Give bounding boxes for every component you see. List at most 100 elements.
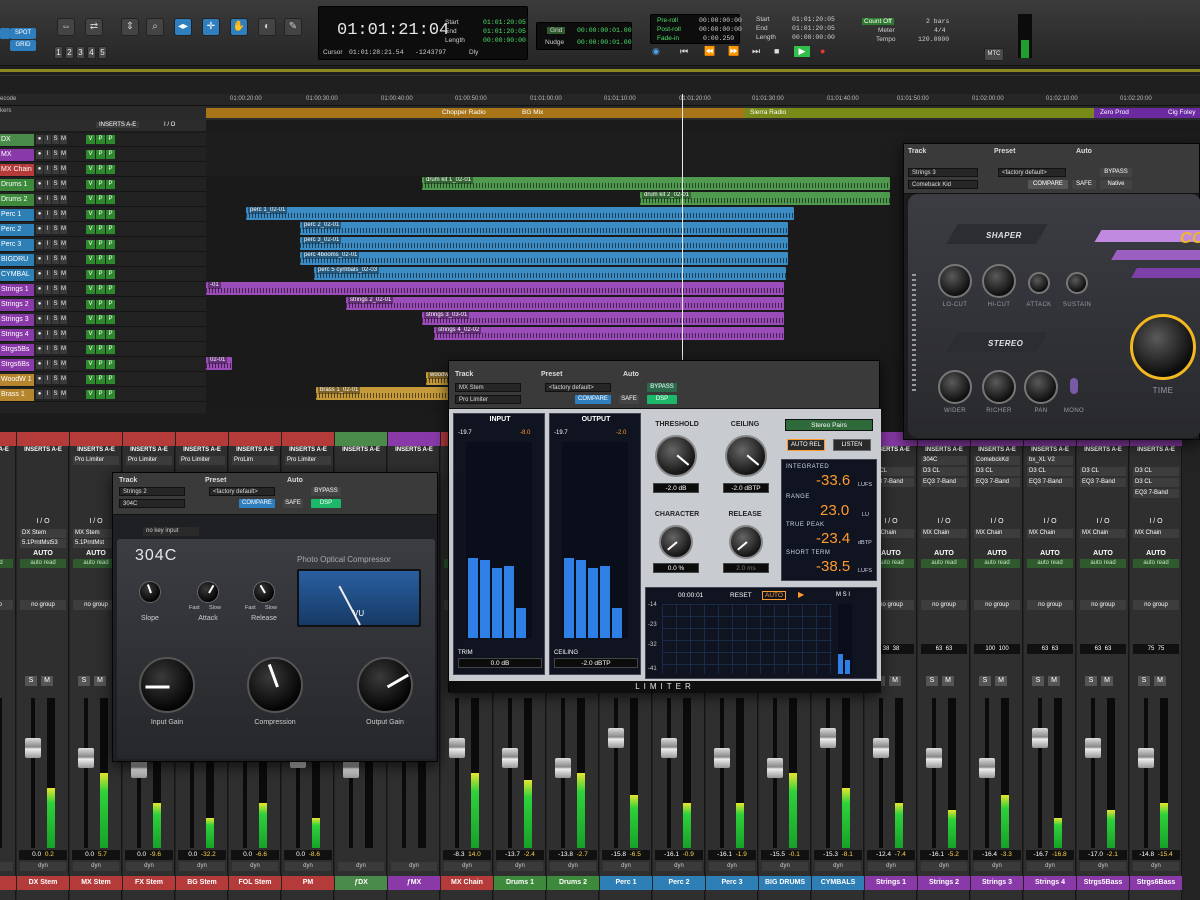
online-icon[interactable]: ◉	[652, 46, 660, 57]
insert-slot[interactable]: Pro Limiter	[126, 456, 172, 465]
insert-slot[interactable]: P	[96, 240, 105, 249]
track-row[interactable]: Strings 3 ● I S M V P P	[0, 313, 206, 327]
audio-clip[interactable]: perc 2_02-01	[300, 222, 788, 235]
track-name[interactable]: Brass 1	[0, 389, 34, 401]
record-arm-icon[interactable]: ●	[36, 135, 43, 144]
insert-slot[interactable]: V	[86, 210, 95, 219]
input-monitor-button[interactable]: I	[44, 270, 51, 279]
group-selector[interactable]: no group	[974, 600, 1020, 610]
volume-readout[interactable]: -16.1 -1.9	[708, 850, 756, 860]
mtc-button[interactable]: MTC	[984, 48, 1004, 61]
record-arm-icon[interactable]: ●	[36, 210, 43, 219]
track-name-label[interactable]: Perc 3	[706, 876, 758, 890]
history-auto-button[interactable]: AUTO	[762, 591, 786, 600]
record-arm-icon[interactable]: ●	[36, 345, 43, 354]
wider-knob[interactable]	[938, 370, 972, 404]
edit-mode-grid[interactable]: GRID	[10, 40, 36, 51]
insert-slot[interactable]: V	[86, 195, 95, 204]
solo-button[interactable]: S	[1138, 676, 1150, 686]
solo-button[interactable]: S	[52, 375, 59, 384]
audio-clip[interactable]: drum kit 2_02-01	[640, 192, 890, 205]
mute-button[interactable]: M	[1101, 676, 1113, 686]
plugin-selector[interactable]: 304C	[119, 499, 185, 508]
track-selector[interactable]: Strings 3	[908, 168, 978, 177]
track-row[interactable]: DX ● I S M V P P	[0, 133, 206, 147]
record-arm-icon[interactable]: ●	[36, 390, 43, 399]
mute-button[interactable]: M	[60, 285, 67, 294]
track-row[interactable]: Perc 3 ● I S M V P P	[0, 238, 206, 252]
insert-slot[interactable]: P	[96, 255, 105, 264]
countoff-label[interactable]: Count Off	[862, 18, 894, 25]
bypass-button[interactable]: BYPASS	[311, 487, 341, 496]
volume-fader-track[interactable]	[720, 698, 724, 848]
mute-button[interactable]: M	[60, 390, 67, 399]
mute-button[interactable]: M	[60, 330, 67, 339]
track-name[interactable]: Drums 2	[0, 194, 34, 206]
input-gain-knob[interactable]	[139, 657, 195, 713]
input-monitor-button[interactable]: I	[44, 285, 51, 294]
volume-fader-track[interactable]	[614, 698, 618, 848]
track-name-label[interactable]: Drums 1	[494, 876, 546, 890]
track-name-label[interactable]: MX Chain	[441, 876, 493, 890]
insert-slot[interactable]: P	[96, 210, 105, 219]
insert-slot[interactable]: P	[96, 360, 105, 369]
track-selector[interactable]: MX Stem	[455, 383, 521, 392]
track-row[interactable]: CYMBAL ● I S M V P P	[0, 268, 206, 282]
solo-button[interactable]: S	[52, 315, 59, 324]
insert-slot[interactable]: V	[86, 345, 95, 354]
audio-clip[interactable]: perc 5 cymbals_02-03	[314, 267, 786, 280]
volume-fader-cap[interactable]	[873, 738, 889, 758]
preset-selector[interactable]: <factory default>	[998, 168, 1066, 177]
track-selector[interactable]: Strings 2	[119, 487, 185, 496]
track-name-label[interactable]: FOL Stem	[229, 876, 281, 890]
output-selector[interactable]: MX Chain	[1133, 529, 1179, 538]
zoom-preset-2[interactable]: 2	[65, 46, 74, 59]
marker-sierra-radio[interactable]: Sierra Radio	[744, 108, 1094, 118]
mute-button[interactable]: M	[995, 676, 1007, 686]
record-arm-icon[interactable]: ●	[36, 360, 43, 369]
preroll-value[interactable]: 00:00:00:00	[699, 17, 742, 24]
end-icon[interactable]: ⏭	[752, 46, 760, 57]
release-knob[interactable]	[729, 525, 763, 559]
record-arm-icon[interactable]: ●	[36, 285, 43, 294]
insert-slot[interactable]: V	[86, 285, 95, 294]
insert-slot[interactable]: V	[86, 150, 95, 159]
length-value[interactable]: 00:00:00:00	[483, 37, 526, 44]
insert-slot[interactable]: P	[106, 345, 115, 354]
audio-clip[interactable]: perc 1_02-01	[246, 207, 794, 220]
input-monitor-button[interactable]: I	[44, 315, 51, 324]
volume-fader-cap[interactable]	[78, 748, 94, 768]
insert-slot[interactable]: EQ3 7-Band	[921, 478, 967, 487]
record-arm-icon[interactable]: ●	[36, 330, 43, 339]
meter-value[interactable]: 4/4	[934, 27, 946, 34]
volume-fader-cap[interactable]	[979, 758, 995, 778]
volume-readout[interactable]: -14.8 -15.4	[1132, 850, 1180, 860]
track-name-label[interactable]: Drums 2	[547, 876, 599, 890]
insert-slot[interactable]: Pro Limiter	[285, 456, 331, 465]
insert-slot[interactable]: EQ3 7-Band	[1080, 478, 1126, 487]
insert-slot[interactable]: P	[96, 300, 105, 309]
output-selector[interactable]: MX Chain	[921, 529, 967, 538]
insert-slot[interactable]: V	[86, 375, 95, 384]
volume-readout[interactable]: -15.5 -0.1	[761, 850, 809, 860]
pan-readout[interactable]: 63 63	[1027, 644, 1073, 654]
mute-button[interactable]: M	[60, 240, 67, 249]
pan-knob[interactable]	[1024, 370, 1058, 404]
solo-button[interactable]: S	[52, 180, 59, 189]
compare-button[interactable]: COMPARE	[1028, 180, 1068, 189]
solo-button[interactable]: S	[979, 676, 991, 686]
track-name[interactable]: Perc 1	[0, 209, 34, 221]
universe-strip[interactable]	[0, 66, 1200, 94]
insert-slot[interactable]: Pro Limiter	[73, 456, 119, 465]
zoom-preset-1[interactable]: 1	[54, 46, 63, 59]
audio-clip[interactable]: strings 2_02-01	[346, 297, 784, 310]
pan-readout[interactable]: 100 100	[974, 644, 1020, 654]
insert-slot[interactable]: P	[106, 180, 115, 189]
native-button[interactable]: Native	[1100, 180, 1132, 189]
volume-fader-cap[interactable]	[661, 738, 677, 758]
volume-readout[interactable]: -16.4 -3.3	[973, 850, 1021, 860]
record-arm-icon[interactable]: ●	[36, 270, 43, 279]
solo-button[interactable]: S	[926, 676, 938, 686]
insert-slot[interactable]: P	[106, 300, 115, 309]
track-name[interactable]: DX	[0, 134, 34, 146]
